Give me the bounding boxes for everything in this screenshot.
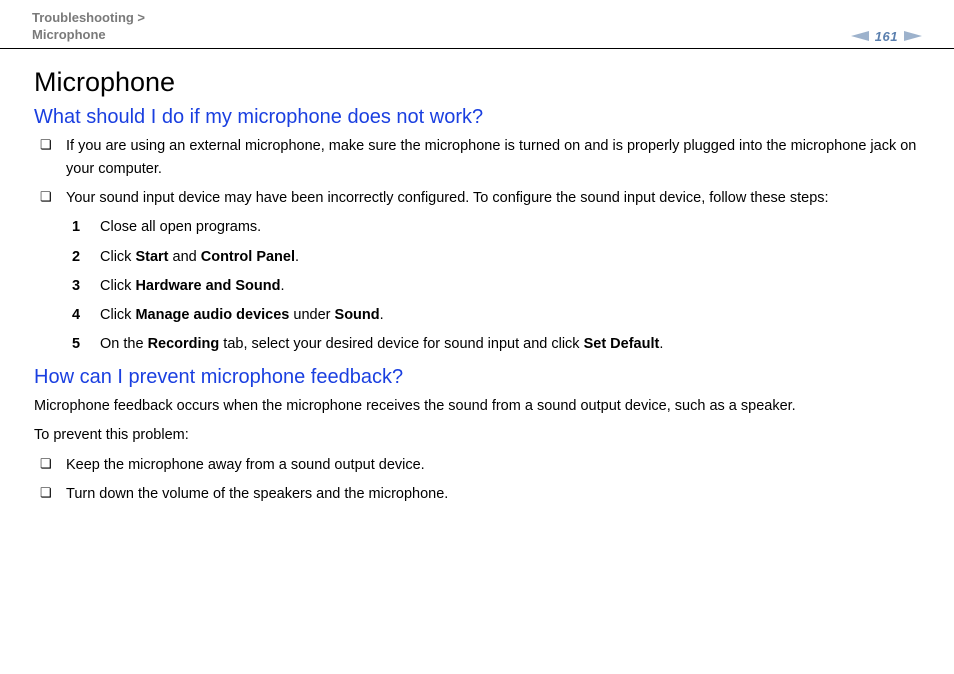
breadcrumb: Troubleshooting > Microphone [32,10,145,44]
step-item: Click Hardware and Sound. [72,275,920,298]
step-item: Click Manage audio devices under Sound. [72,304,920,327]
step-text: Click [100,307,135,323]
steps-list: Close all open programs. Click Start and… [72,216,920,356]
step-text: . [280,278,284,294]
header-bar: Troubleshooting > Microphone 161 [0,0,954,49]
term: Set Default [584,336,660,352]
term: Hardware and Sound [135,278,280,294]
list-item: If you are using an external microphone,… [34,135,920,181]
page-title: Microphone [34,67,920,98]
paragraph: To prevent this problem: [34,424,920,447]
list-item: Keep the microphone away from a sound ou… [34,454,920,477]
step-item: On the Recording tab, select your desire… [72,333,920,356]
page-nav: 161 [851,29,922,44]
paragraph: Microphone feedback occurs when the micr… [34,395,920,418]
term: Sound [335,307,380,323]
bullet-list-2: Keep the microphone away from a sound ou… [34,454,920,506]
step-text: Click [100,249,135,265]
step-item: Close all open programs. [72,216,920,239]
breadcrumb-level1: Troubleshooting > [32,10,145,25]
term: Start [135,249,168,265]
step-text: tab, select your desired device for soun… [219,336,583,352]
list-item: Turn down the volume of the speakers and… [34,483,920,506]
content-area: Microphone What should I do if my microp… [0,49,954,506]
step-item: Click Start and Control Panel. [72,246,920,269]
term: Control Panel [201,249,295,265]
step-text: Click [100,278,135,294]
next-page-button[interactable] [904,31,922,41]
step-text: and [169,249,201,265]
step-text: On the [100,336,148,352]
question-heading-1: What should I do if my microphone does n… [34,106,920,129]
breadcrumb-level2: Microphone [32,27,145,44]
page-number: 161 [875,29,898,44]
bullet-list-1: If you are using an external microphone,… [34,135,920,211]
step-text: under [289,307,334,323]
term: Recording [148,336,220,352]
term: Manage audio devices [135,307,289,323]
prev-page-button[interactable] [851,31,869,41]
list-item: Your sound input device may have been in… [34,187,920,210]
step-text: . [295,249,299,265]
step-text: . [380,307,384,323]
question-heading-2: How can I prevent microphone feedback? [34,366,920,389]
step-text: . [659,336,663,352]
